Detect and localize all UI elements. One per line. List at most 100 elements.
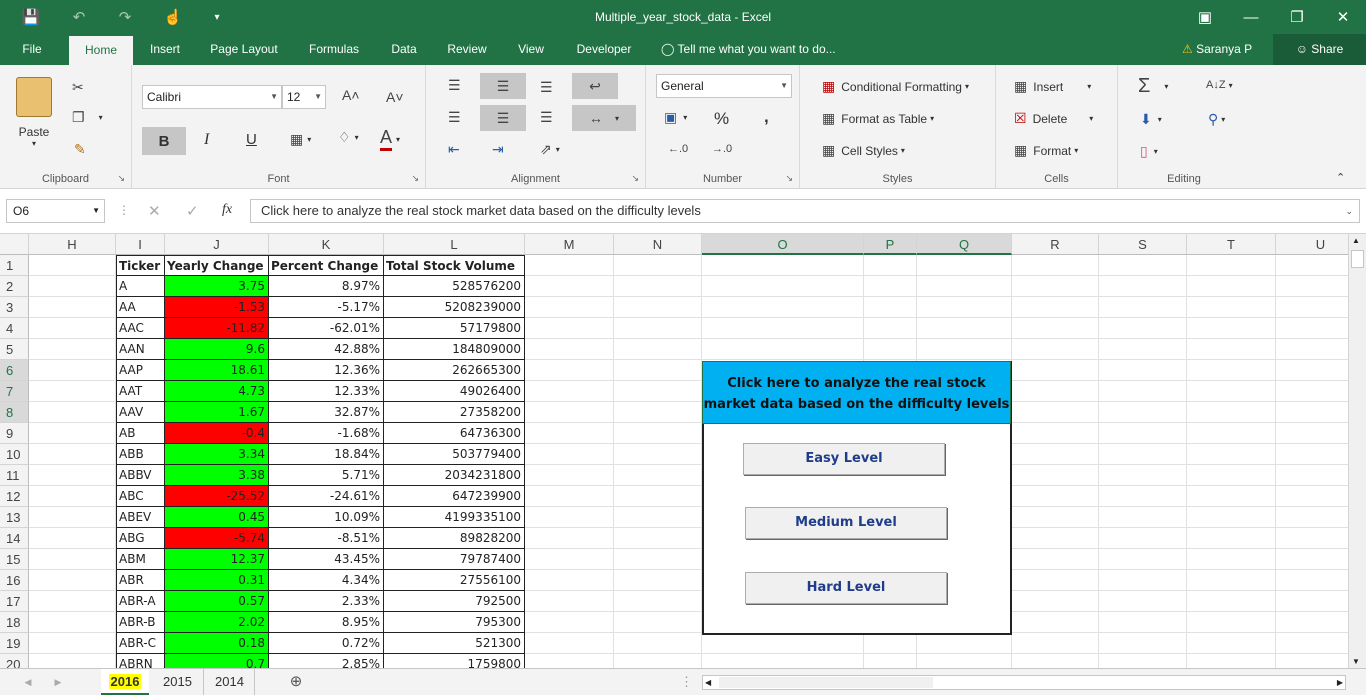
yearly-change-cell[interactable]: 3.34	[165, 444, 269, 465]
ticker-cell[interactable]: ABR-C	[116, 633, 165, 654]
middle-align-button[interactable]: ☰	[480, 73, 526, 99]
column-header-i[interactable]: I	[116, 234, 165, 255]
format-cells-button[interactable]: ▦ Format ▾	[1014, 142, 1078, 159]
row-header-14[interactable]: 14	[0, 528, 29, 549]
dialog-launcher-icon[interactable]: ↘	[117, 173, 125, 184]
tab-home[interactable]: Home	[69, 36, 133, 65]
minimize-icon[interactable]: —	[1228, 0, 1274, 34]
hard-level-button[interactable]: Hard Level	[745, 572, 947, 604]
column-header-h[interactable]: H	[29, 234, 116, 255]
grow-font-button[interactable]: A˄	[342, 87, 360, 103]
percent-change-cell[interactable]: -62.01%	[269, 318, 384, 339]
scroll-down-icon[interactable]: ▼	[1352, 657, 1360, 666]
cell-styles-button[interactable]: ▦ Cell Styles ▾	[822, 142, 905, 159]
dialog-launcher-icon[interactable]: ↘	[785, 173, 793, 184]
shrink-font-button[interactable]: A˅	[386, 89, 404, 105]
percent-button[interactable]: %	[714, 109, 729, 129]
row-header-17[interactable]: 17	[0, 591, 29, 612]
select-all-corner[interactable]	[0, 234, 29, 255]
insert-function-icon[interactable]: fx	[222, 202, 232, 218]
cancel-icon[interactable]: ✕	[148, 202, 161, 220]
row-header-11[interactable]: 11	[0, 465, 29, 486]
align-left-button[interactable]: ☰	[448, 109, 461, 126]
volume-cell[interactable]: 262665300	[384, 360, 525, 381]
cut-button[interactable]: ✂	[72, 79, 84, 96]
clear-button[interactable]: ▯ ▾	[1140, 143, 1158, 160]
sheet-tab-2014[interactable]: 2014	[205, 669, 255, 695]
percent-change-cell[interactable]: 5.71%	[269, 465, 384, 486]
autosum-button[interactable]: Σ ▾	[1138, 75, 1168, 98]
percent-change-cell[interactable]: 4.34%	[269, 570, 384, 591]
prev-sheet-icon[interactable]: ◀	[20, 669, 36, 695]
column-header-p[interactable]: P	[864, 234, 917, 255]
percent-change-cell[interactable]: 42.88%	[269, 339, 384, 360]
save-icon[interactable]: 💾	[14, 0, 48, 34]
row-header-9[interactable]: 9	[0, 423, 29, 444]
ticker-cell[interactable]: AA	[116, 297, 165, 318]
percent-change-cell[interactable]: 10.09%	[269, 507, 384, 528]
column-header-n[interactable]: N	[614, 234, 702, 255]
table-header-cell[interactable]: Total Stock Volume	[384, 255, 525, 276]
share-button[interactable]: ☺ Share	[1273, 34, 1366, 65]
ticker-cell[interactable]: A	[116, 276, 165, 297]
font-size-select[interactable]: 12 ▼	[282, 85, 326, 109]
volume-cell[interactable]: 27358200	[384, 402, 525, 423]
percent-change-cell[interactable]: -24.61%	[269, 486, 384, 507]
tab-file[interactable]: File	[12, 34, 52, 65]
tab-page-layout[interactable]: Page Layout	[204, 34, 284, 65]
bold-button[interactable]: B	[142, 127, 186, 155]
yearly-change-cell[interactable]: 0.45	[165, 507, 269, 528]
ticker-cell[interactable]: ABBV	[116, 465, 165, 486]
scroll-right-icon[interactable]: ▶	[1337, 676, 1343, 689]
restore-icon[interactable]: ❐	[1274, 0, 1320, 34]
insert-cells-button[interactable]: ▦ Insert ▾	[1014, 78, 1091, 95]
volume-cell[interactable]: 795300	[384, 612, 525, 633]
sheet-tab-2015[interactable]: 2015	[152, 669, 204, 695]
volume-cell[interactable]: 5208239000	[384, 297, 525, 318]
column-header-j[interactable]: J	[165, 234, 269, 255]
scroll-thumb[interactable]	[1351, 250, 1364, 268]
volume-cell[interactable]: 79787400	[384, 549, 525, 570]
row-header-20[interactable]: 20	[0, 654, 29, 668]
increase-indent-button[interactable]: ⇥	[492, 141, 504, 158]
percent-change-cell[interactable]: 2.33%	[269, 591, 384, 612]
volume-cell[interactable]: 4199335100	[384, 507, 525, 528]
row-header-7[interactable]: 7	[0, 381, 29, 402]
number-format-select[interactable]: General ▼	[656, 74, 792, 98]
yearly-change-cell[interactable]: -1.53	[165, 297, 269, 318]
scroll-left-icon[interactable]: ◀	[705, 676, 711, 689]
underline-button[interactable]: U	[246, 131, 257, 148]
easy-level-button[interactable]: Easy Level	[743, 443, 945, 475]
column-header-o[interactable]: O	[702, 234, 864, 255]
tab-review[interactable]: Review	[440, 34, 494, 65]
column-header-k[interactable]: K	[269, 234, 384, 255]
increase-decimal-button[interactable]: ←.0	[668, 143, 688, 155]
ticker-cell[interactable]: AB	[116, 423, 165, 444]
percent-change-cell[interactable]: -5.17%	[269, 297, 384, 318]
row-header-6[interactable]: 6	[0, 360, 29, 381]
tab-developer[interactable]: Developer	[568, 34, 640, 65]
ribbon-display-icon[interactable]: ▣	[1182, 0, 1228, 34]
user-account[interactable]: ⚠ Saranya P	[1182, 34, 1252, 65]
volume-cell[interactable]: 49026400	[384, 381, 525, 402]
ticker-cell[interactable]: ABR-B	[116, 612, 165, 633]
name-box[interactable]: O6 ▼	[6, 199, 105, 223]
column-header-q[interactable]: Q	[917, 234, 1012, 255]
ticker-cell[interactable]: AAV	[116, 402, 165, 423]
horizontal-scroll-track[interactable]	[719, 677, 933, 688]
horizontal-scrollbar[interactable]: ◀ ▶	[702, 675, 1346, 690]
row-header-15[interactable]: 15	[0, 549, 29, 570]
yearly-change-cell[interactable]: 1.67	[165, 402, 269, 423]
row-header-3[interactable]: 3	[0, 297, 29, 318]
percent-change-cell[interactable]: 12.36%	[269, 360, 384, 381]
yearly-change-cell[interactable]: -11.82	[165, 318, 269, 339]
volume-cell[interactable]: 792500	[384, 591, 525, 612]
accounting-button[interactable]: ▣ ▾	[664, 109, 687, 126]
volume-cell[interactable]: 1759800	[384, 654, 525, 668]
percent-change-cell[interactable]: 43.45%	[269, 549, 384, 570]
align-right-button[interactable]: ☰	[540, 109, 553, 126]
font-color-button[interactable]: A ▾	[380, 127, 400, 151]
percent-change-cell[interactable]: 32.87%	[269, 402, 384, 423]
sheet-tab-2016[interactable]: 2016	[101, 669, 149, 695]
format-painter-button[interactable]: ✎	[74, 141, 86, 158]
